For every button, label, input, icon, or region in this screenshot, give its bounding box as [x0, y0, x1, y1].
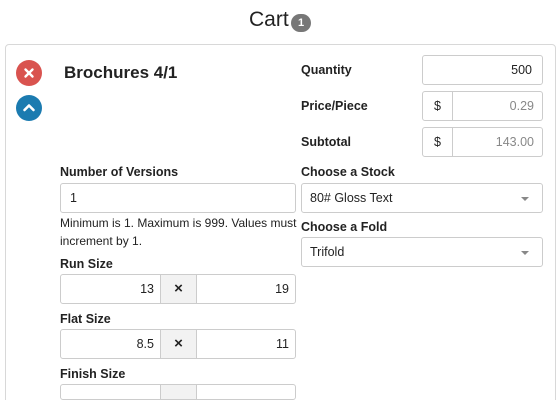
- run-size-times-separator: ×: [161, 274, 196, 304]
- quantity-input[interactable]: 500: [422, 55, 543, 85]
- finish-size-width-input[interactable]: [60, 384, 161, 400]
- versions-label: Number of Versions: [60, 165, 179, 179]
- chevron-down-icon: [521, 251, 529, 255]
- fold-selected-value: Trifold: [310, 245, 345, 259]
- flat-size-label: Flat Size: [60, 312, 111, 326]
- fold-select[interactable]: Trifold: [301, 237, 543, 267]
- flat-size-width-input[interactable]: 8.5: [60, 329, 161, 359]
- subtotal-label: Subtotal: [301, 135, 351, 149]
- price-per-piece-label: Price/Piece: [301, 99, 368, 113]
- stock-select[interactable]: 80# Gloss Text: [301, 183, 543, 213]
- run-size-width-input[interactable]: 13: [60, 274, 161, 304]
- cart-count-badge: 1: [291, 14, 311, 32]
- close-icon: [24, 68, 34, 78]
- chevron-down-icon: [521, 197, 529, 201]
- finish-size-times-separator: [161, 384, 196, 400]
- versions-help-text: Minimum is 1. Maximum is 999. Values mus…: [60, 216, 297, 248]
- price-currency-addon: $: [422, 91, 453, 121]
- collapse-item-button[interactable]: [16, 95, 42, 121]
- subtotal-field: 143.00: [453, 127, 543, 157]
- fold-label: Choose a Fold: [301, 220, 388, 234]
- cart-header: Cart 1: [0, 0, 560, 44]
- subtotal-currency-addon: $: [422, 127, 453, 157]
- flat-size-times-separator: ×: [161, 329, 196, 359]
- stock-label: Choose a Stock: [301, 165, 395, 179]
- price-per-piece-field: 0.29: [453, 91, 543, 121]
- run-size-height-input[interactable]: 19: [196, 274, 296, 304]
- run-size-label: Run Size: [60, 257, 113, 271]
- versions-input[interactable]: 1: [60, 183, 296, 213]
- remove-item-button[interactable]: [16, 60, 42, 86]
- finish-size-height-input[interactable]: [196, 384, 296, 400]
- chevron-up-icon: [23, 104, 35, 112]
- stock-selected-value: 80# Gloss Text: [310, 191, 393, 205]
- finish-size-label: Finish Size: [60, 367, 126, 381]
- product-name: Brochures 4/1: [64, 63, 178, 82]
- page-title: Cart: [249, 8, 289, 31]
- flat-size-height-input[interactable]: 11: [196, 329, 296, 359]
- quantity-label: Quantity: [301, 63, 352, 77]
